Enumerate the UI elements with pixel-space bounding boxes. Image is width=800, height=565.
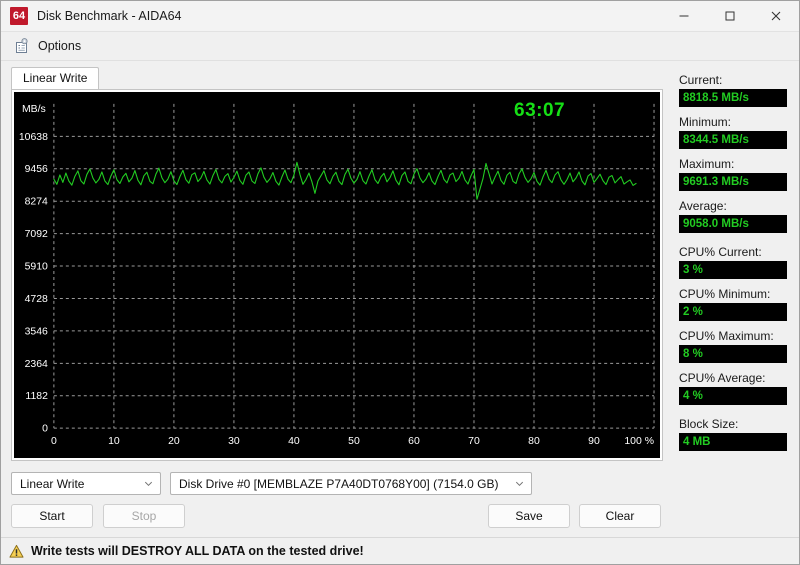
stat-value: 9691.3 MB/s: [679, 173, 787, 191]
aida64-logo-icon: 64: [10, 7, 28, 25]
drive-value: Disk Drive #0 [MEMBLAZE P7A40DT0768Y00] …: [179, 476, 499, 491]
x-tick-label: 50: [348, 436, 360, 447]
stat-label: Minimum:: [679, 115, 732, 129]
stat-value: 9058.0 MB/s: [679, 215, 787, 233]
graph-canvas: MB/s 10638 9456 8274 7092 5910 4728 3546 2364 118…: [14, 92, 660, 458]
stat-block: Average: 9058.0 MB/s: [679, 199, 791, 233]
minimize-icon: [679, 15, 689, 17]
maximize-icon: [725, 11, 735, 21]
tab-strip: Linear Write: [11, 67, 671, 89]
stat-block: Current: 8818.5 MB/s: [679, 73, 791, 107]
test-type-value: Linear Write: [20, 476, 85, 491]
window-title: Disk Benchmark - AIDA64: [37, 9, 182, 23]
button-row: Start Stop Save Clear: [11, 504, 671, 528]
tab-linear-write[interactable]: Linear Write: [11, 67, 100, 89]
elapsed-timer: 63:07: [514, 100, 566, 121]
stat-value: 4 %: [679, 387, 787, 405]
status-warning-text: Write tests will DESTROY ALL DATA on the…: [31, 544, 364, 558]
selector-row: Linear Write Disk Drive #0 [MEMBLAZE P7A…: [11, 472, 671, 495]
graph-plot-svg: MB/s 10638 9456 8274 7092 5910 4728 3546 2364 118…: [19, 104, 655, 447]
minimize-button[interactable]: [661, 1, 707, 31]
y-tick-label: 3546: [25, 326, 48, 337]
title-bar: 64 Disk Benchmark - AIDA64: [1, 1, 799, 32]
y-tick-label: 7092: [25, 229, 48, 240]
y-tick-label: 2364: [25, 359, 48, 370]
throughput-trace: [53, 161, 637, 200]
y-tick-label: 5910: [25, 262, 48, 273]
stat-block: Block Size: 4 MB: [679, 417, 791, 451]
y-tick-label: 4728: [25, 294, 48, 305]
y-tick-label: 0: [42, 424, 48, 435]
stat-block: CPU% Average: 4 %: [679, 371, 791, 405]
stat-label: Average:: [679, 199, 727, 213]
stat-value: 8344.5 MB/s: [679, 131, 787, 149]
controls-area: Linear Write Disk Drive #0 [MEMBLAZE P7A…: [11, 461, 671, 528]
stat-label: Maximum:: [679, 157, 735, 171]
y-tick-label: 8274: [25, 197, 48, 208]
y-axis-unit-label: MB/s: [22, 104, 46, 115]
stat-label: CPU% Minimum:: [679, 287, 771, 301]
stat-value: 4 MB: [679, 433, 787, 451]
stop-button[interactable]: Stop: [103, 504, 185, 528]
x-tick-label: 70: [468, 436, 480, 447]
stat-block: CPU% Current: 3 %: [679, 245, 791, 279]
y-tick-label: 10638: [19, 132, 48, 143]
x-tick-label: 0: [51, 436, 57, 447]
close-icon: [771, 11, 781, 21]
status-bar: Write tests will DESTROY ALL DATA on the…: [1, 537, 799, 564]
stat-label: CPU% Average:: [679, 371, 766, 385]
close-button[interactable]: [753, 1, 799, 31]
stat-value: 8818.5 MB/s: [679, 89, 787, 107]
warning-triangle-icon: [9, 544, 24, 558]
x-tick-label: 20: [168, 436, 180, 447]
benchmark-graph: MB/s 10638 9456 8274 7092 5910 4728 3546 2364 118…: [11, 89, 663, 461]
stat-label: Block Size:: [679, 417, 739, 431]
x-tick-label: 40: [288, 436, 300, 447]
stat-block: Maximum: 9691.3 MB/s: [679, 157, 791, 191]
stat-block: CPU% Maximum: 8 %: [679, 329, 791, 363]
x-tick-label: 30: [228, 436, 240, 447]
main-content: Linear Write MB/s 10638 9456 8274 7092 5910 47…: [1, 61, 799, 537]
x-tick-label: 10: [108, 436, 120, 447]
disk-benchmark-window: 64 Disk Benchmark - AIDA64 Options Linea…: [0, 0, 800, 565]
x-tick-label: 60: [408, 436, 420, 447]
stat-value: 8 %: [679, 345, 787, 363]
save-button[interactable]: Save: [488, 504, 570, 528]
stat-label: CPU% Current:: [679, 245, 762, 259]
left-pane: Linear Write MB/s 10638 9456 8274 7092 5910 47…: [1, 61, 671, 537]
stat-block: CPU% Minimum: 2 %: [679, 287, 791, 321]
statistics-panel: Current: 8818.5 MB/s Minimum: 8344.5 MB/s Ma…: [671, 61, 791, 537]
x-tick-label: 80: [528, 436, 540, 447]
clear-button[interactable]: Clear: [579, 504, 661, 528]
y-tick-label: 1182: [25, 391, 48, 402]
chevron-down-icon: [515, 481, 524, 486]
stat-label: Current:: [679, 73, 723, 87]
options-menu-button[interactable]: Options: [11, 35, 87, 57]
stat-value: 3 %: [679, 261, 787, 279]
y-tick-label: 9456: [25, 164, 48, 175]
options-label: Options: [38, 39, 82, 53]
start-button[interactable]: Start: [11, 504, 93, 528]
x-tick-label: 100 %: [624, 436, 654, 447]
x-tick-label: 90: [588, 436, 600, 447]
test-type-dropdown[interactable]: Linear Write: [11, 472, 161, 495]
stat-label: CPU% Maximum:: [679, 329, 774, 343]
chevron-down-icon: [144, 481, 153, 486]
stat-value: 2 %: [679, 303, 787, 321]
maximize-button[interactable]: [707, 1, 753, 31]
drive-dropdown[interactable]: Disk Drive #0 [MEMBLAZE P7A40DT0768Y00] …: [170, 472, 532, 495]
menu-toolbar: Options: [1, 32, 799, 61]
options-gear-list-icon: [16, 38, 28, 53]
stat-block: Minimum: 8344.5 MB/s: [679, 115, 791, 149]
